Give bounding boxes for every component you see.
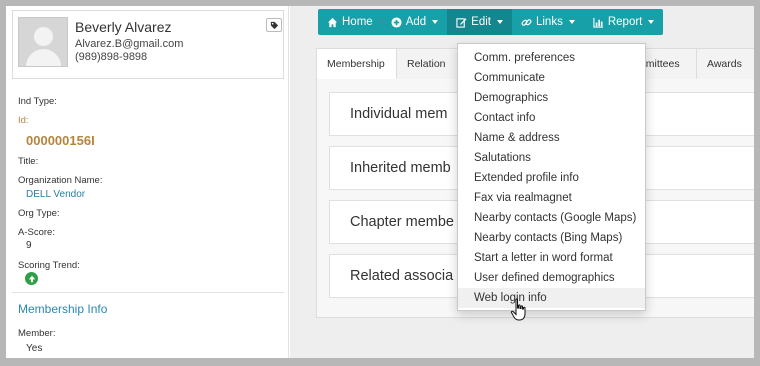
- profile-email: Alvarez.B@gmail.com: [75, 38, 184, 50]
- scoring-trend-label: Scoring Trend:: [18, 260, 80, 271]
- chevron-down-icon: [496, 20, 503, 24]
- organization-name-link[interactable]: DELL Vendor: [26, 189, 85, 200]
- menu-item-name-address[interactable]: Name & address: [458, 128, 645, 148]
- add-button[interactable]: Add: [382, 9, 447, 35]
- bar-chart-icon: [593, 17, 603, 28]
- menu-item-extended-profile-info[interactable]: Extended profile info: [458, 168, 645, 188]
- home-icon: [327, 17, 338, 27]
- add-label: Add: [405, 16, 427, 28]
- link-icon: [521, 18, 532, 26]
- menu-item-nearby-contacts-google[interactable]: Nearby contacts (Google Maps): [458, 208, 645, 228]
- chevron-down-icon: [432, 20, 439, 24]
- member-label: Member:: [18, 328, 56, 339]
- profile-card: Beverly Alvarez Alvarez.B@gmail.com (989…: [12, 10, 284, 79]
- profile-phone: (989)898-9898: [75, 51, 148, 63]
- report-button[interactable]: Report: [584, 9, 664, 35]
- chevron-down-icon: [648, 20, 655, 24]
- tag-icon: [270, 21, 278, 29]
- menu-item-start-letter-word[interactable]: Start a letter in word format: [458, 248, 645, 268]
- menu-item-user-defined-demographics[interactable]: User defined demographics: [458, 268, 645, 288]
- report-label: Report: [607, 16, 643, 28]
- ind-type-label: Ind Type:: [18, 96, 57, 107]
- divider: [12, 292, 284, 293]
- organization-name-label: Organization Name:: [18, 175, 103, 186]
- home-label: Home: [342, 16, 373, 28]
- tab-membership[interactable]: Membership: [317, 49, 397, 79]
- edit-button[interactable]: Edit: [447, 9, 512, 35]
- links-label: Links: [535, 16, 563, 28]
- edit-dropdown-menu: Comm. preferences Communicate Demographi…: [457, 43, 646, 311]
- app-window: Beverly Alvarez Alvarez.B@gmail.com (989…: [6, 6, 754, 358]
- menu-item-demographics[interactable]: Demographics: [458, 88, 645, 108]
- arrow-up-circle-icon: [25, 272, 38, 285]
- plus-circle-icon: [391, 16, 402, 28]
- tab-relations[interactable]: Relation: [397, 49, 459, 79]
- links-button[interactable]: Links: [512, 9, 584, 35]
- chevron-down-icon: [568, 20, 575, 24]
- member-value: Yes: [26, 343, 43, 354]
- menu-item-communicate[interactable]: Communicate: [458, 68, 645, 88]
- a-score-value: 9: [26, 240, 32, 251]
- id-label: Id:: [18, 115, 29, 126]
- action-toolbar: Home Add Edit Links Report: [318, 9, 664, 35]
- menu-item-nearby-contacts-bing[interactable]: Nearby contacts (Bing Maps): [458, 228, 645, 248]
- org-type-label: Org Type:: [18, 208, 60, 219]
- profile-sidebar: Beverly Alvarez Alvarez.B@gmail.com (989…: [6, 6, 289, 358]
- menu-item-fax-via-realmagnet[interactable]: Fax via realmagnet: [458, 188, 645, 208]
- tab-awards[interactable]: Awards: [697, 49, 754, 79]
- edit-icon: [456, 17, 467, 28]
- id-value: 000000156I: [26, 133, 95, 148]
- hand-cursor-icon: [510, 298, 526, 321]
- a-score-label: A-Score:: [18, 227, 55, 238]
- menu-item-comm-preferences[interactable]: Comm. preferences: [458, 48, 645, 68]
- tag-button[interactable]: [266, 18, 282, 32]
- menu-item-salutations[interactable]: Salutations: [458, 148, 645, 168]
- menu-item-web-login-info[interactable]: Web login info: [458, 288, 645, 308]
- home-button[interactable]: Home: [318, 9, 382, 35]
- avatar: [18, 17, 68, 67]
- membership-info-heading[interactable]: Membership Info: [18, 302, 107, 316]
- title-label: Title:: [18, 156, 39, 167]
- edit-label: Edit: [471, 16, 491, 28]
- menu-item-contact-info[interactable]: Contact info: [458, 108, 645, 128]
- profile-name: Beverly Alvarez: [75, 19, 172, 35]
